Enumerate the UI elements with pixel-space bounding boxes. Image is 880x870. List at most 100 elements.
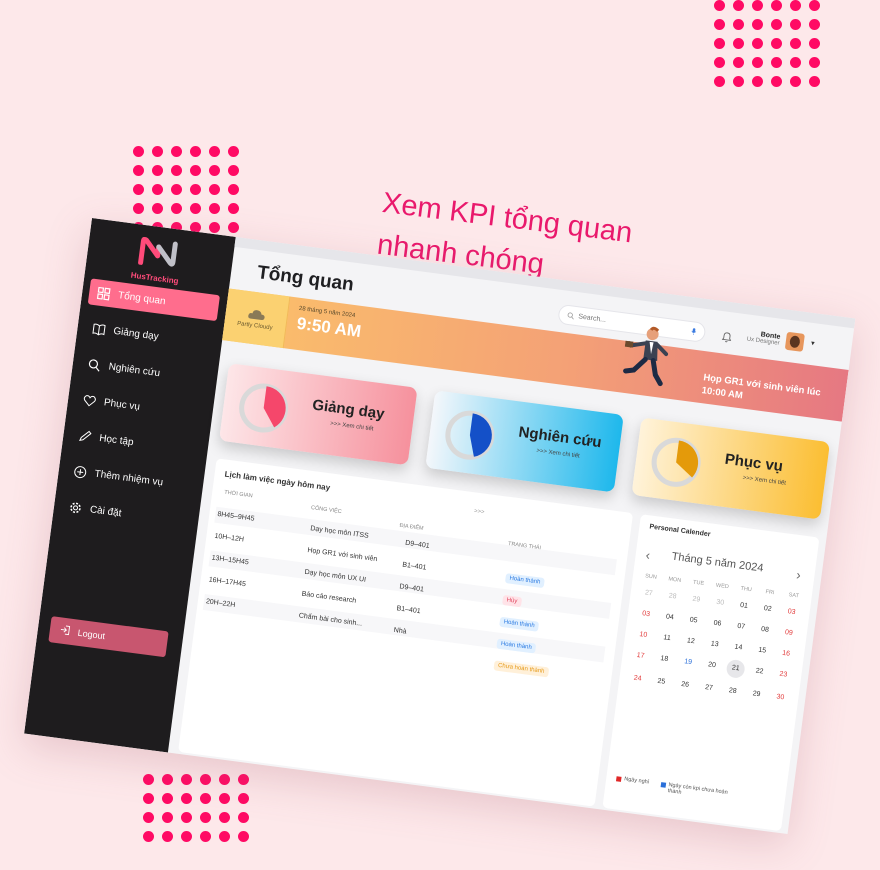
column-header: THỜI GIAN — [223, 489, 253, 500]
chevron-right-icon[interactable]: › — [796, 567, 802, 582]
sidebar-item-nghien-cuu[interactable]: Nghiên cứu — [78, 350, 210, 393]
calendar-day[interactable]: 30 — [707, 595, 733, 612]
weekday-label: SUN — [644, 573, 658, 581]
dot — [790, 38, 801, 49]
calendar-day[interactable]: 24 — [625, 671, 651, 688]
calendar-day[interactable]: 01 — [731, 598, 757, 615]
row-place: Nhà — [393, 626, 407, 636]
calendar-day[interactable]: 19 — [675, 654, 701, 671]
sidebar-item-giang-day[interactable]: Giảng dạy — [83, 314, 215, 357]
calendar-day[interactable]: 22 — [747, 663, 773, 680]
microphone-icon[interactable] — [690, 322, 697, 340]
holiday-marker-icon — [615, 776, 622, 782]
dot — [152, 203, 163, 214]
app-mockup: HusTracking Tổng quan Giảng dạy Nghiên c… — [24, 218, 856, 835]
calendar-day[interactable]: 26 — [672, 677, 698, 694]
weekday-label: TUE — [692, 579, 705, 587]
sidebar-item-tong-quan[interactable]: Tổng quan — [87, 278, 220, 322]
sidebar-item-them-nhiem-vu[interactable]: Thêm nhiệm vụ — [64, 457, 196, 500]
weather-widget: Partly Cloudy — [222, 288, 291, 349]
status-badge: Hoàn thành — [499, 616, 540, 632]
status-badge: Hoàn thành — [496, 638, 537, 654]
dot — [752, 19, 763, 30]
calendar-day[interactable]: 20 — [699, 657, 725, 674]
kpi-card-giang-day[interactable]: Giảng dạy >>> Xem chi tiết — [219, 363, 418, 466]
logo: HusTracking — [124, 235, 189, 286]
view-detail-link[interactable]: >>> Xem chi tiết — [330, 421, 374, 433]
dot — [200, 831, 211, 842]
calendar-day[interactable]: 04 — [657, 609, 683, 626]
sidebar-item-label: Nghiên cứu — [108, 361, 161, 379]
dot — [714, 38, 725, 49]
logout-button[interactable]: Logout — [48, 616, 169, 658]
sidebar-item-hoc-tap[interactable]: Học tập — [69, 421, 201, 464]
sidebar-item-phuc-vu[interactable]: Phục vụ — [74, 385, 206, 428]
schedule-more-link[interactable]: >>> — [474, 508, 485, 515]
chevron-down-icon: ▼ — [809, 340, 817, 348]
calendar-day[interactable]: 03 — [633, 606, 659, 623]
dot — [809, 57, 820, 68]
chevron-left-icon[interactable]: ‹ — [645, 547, 651, 562]
dot — [181, 793, 192, 804]
dot — [190, 184, 201, 195]
row-place: B1–401 — [401, 561, 427, 572]
calendar-day[interactable]: 13 — [702, 636, 728, 653]
avatar — [784, 331, 805, 352]
dot — [152, 165, 163, 176]
calendar-day[interactable]: 28 — [660, 589, 686, 606]
calendar-day[interactable]: 29 — [683, 592, 709, 609]
calendar-day[interactable]: 17 — [628, 648, 654, 665]
calendar-day[interactable]: 08 — [752, 622, 778, 639]
dot — [133, 146, 144, 157]
calendar-day[interactable]: 09 — [776, 625, 802, 642]
dot — [228, 184, 239, 195]
calendar-day[interactable]: 12 — [678, 633, 704, 650]
view-detail-link[interactable]: >>> Xem chi tiết — [536, 448, 580, 460]
kpi-card-phuc-vu[interactable]: Phục vụ >>> Xem chi tiết — [631, 417, 831, 520]
dot — [219, 774, 230, 785]
status-badge: Chưa hoàn thành — [493, 660, 549, 678]
calendar-day[interactable]: 15 — [749, 643, 775, 660]
sidebar-item-cai-dat[interactable]: Cài đặt — [60, 493, 192, 536]
dot — [228, 203, 239, 214]
calendar-day[interactable]: 14 — [726, 640, 752, 657]
dot — [228, 165, 239, 176]
row-place: D9–401 — [399, 583, 425, 594]
calendar-day[interactable]: 11 — [654, 630, 680, 647]
view-detail-link[interactable]: >>> Xem chi tiết — [742, 475, 786, 487]
calendar-day[interactable]: 05 — [681, 612, 707, 629]
calendar-day[interactable]: 29 — [744, 686, 770, 703]
bell-icon[interactable] — [720, 329, 733, 343]
calendar-day[interactable]: 06 — [705, 616, 731, 633]
weekday-label: FRI — [765, 589, 775, 597]
app-window: HusTracking Tổng quan Giảng dạy Nghiên c… — [24, 218, 856, 835]
calendar-day[interactable]: 02 — [755, 601, 781, 618]
dot — [171, 203, 182, 214]
calendar-day[interactable]: 30 — [767, 689, 793, 706]
calendar-day[interactable]: 21 — [725, 658, 746, 679]
dot — [190, 203, 201, 214]
user-menu[interactable]: Bonte Ux Designer ▼ — [746, 327, 817, 354]
dot — [143, 812, 154, 823]
book-icon — [92, 322, 107, 337]
next-meeting: Họp GR1 với sinh viên lúc 10:00 AM — [700, 372, 822, 402]
calendar-day[interactable]: 10 — [630, 627, 656, 644]
calendar-day[interactable]: 16 — [773, 646, 799, 663]
kpi-card-nghien-cuu[interactable]: Nghiên cứu >>> Xem chi tiết — [425, 390, 624, 493]
calendar-day[interactable]: 07 — [728, 619, 754, 636]
dot — [238, 812, 249, 823]
dot — [171, 165, 182, 176]
dot — [714, 19, 725, 30]
calendar-day[interactable]: 27 — [636, 585, 662, 602]
calendar-day[interactable]: 18 — [651, 651, 677, 668]
calendar-day[interactable]: 27 — [696, 680, 722, 697]
gear-icon — [68, 500, 83, 515]
dot — [238, 793, 249, 804]
dot — [209, 165, 220, 176]
calendar-day[interactable]: 03 — [779, 604, 805, 621]
calendar-day[interactable]: 28 — [720, 683, 746, 700]
calendar-day[interactable]: 23 — [770, 667, 796, 684]
today-schedule-panel: Lịch làm việc ngày hôm nay >>> THỜI GIAN… — [178, 458, 634, 807]
calendar-day[interactable]: 25 — [648, 674, 674, 691]
dot — [219, 831, 230, 842]
